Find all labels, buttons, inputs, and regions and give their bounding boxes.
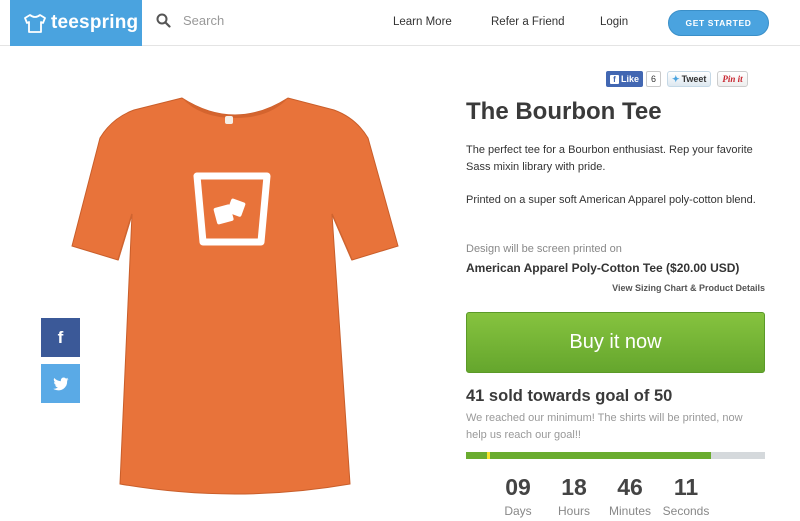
countdown-value: 11 <box>673 474 699 500</box>
twitter-bird-icon: ✦ <box>672 73 680 84</box>
countdown-value: 09 <box>505 474 531 500</box>
search-input[interactable]: Search <box>183 13 224 28</box>
twitter-share-button[interactable] <box>41 364 80 403</box>
twitter-icon <box>52 377 68 390</box>
product-shirt-image <box>71 97 399 495</box>
sizing-chart-link[interactable]: View Sizing Chart & Product Details <box>466 283 765 293</box>
print-note: Design will be screen printed on <box>466 243 622 255</box>
countdown-hours: 18 Hours <box>544 470 604 518</box>
facebook-icon: f <box>610 74 619 84</box>
product-line: American Apparel Poly-Cotton Tee ($20.00… <box>466 261 740 275</box>
countdown-label: Seconds <box>662 504 710 518</box>
search-box[interactable]: Search <box>156 13 224 28</box>
countdown-timer: 09 Days 18 Hours 46 Minutes 11 Seconds <box>488 470 716 518</box>
countdown-label: Days <box>504 504 532 518</box>
sales-progress-fill <box>466 452 712 459</box>
goal-note: We reached our minimum! The shirts will … <box>466 412 743 441</box>
minimum-goal-marker <box>486 452 490 459</box>
site-header: teespring Search Learn More Refer a Frie… <box>0 0 800 46</box>
countdown-value: 46 <box>617 474 643 500</box>
nav-refer-a-friend[interactable]: Refer a Friend <box>491 16 565 28</box>
countdown-minutes: 46 Minutes <box>600 470 660 518</box>
tweet-label: Tweet <box>681 74 707 84</box>
facebook-share-button[interactable]: f <box>41 318 80 357</box>
countdown-days: 09 Days <box>488 470 548 518</box>
product-description: The perfect tee for a Bourbon enthusiast… <box>466 144 753 173</box>
product-fabric-note: Printed on a super soft American Apparel… <box>466 194 756 206</box>
facebook-like[interactable]: f Like 6 <box>606 71 662 87</box>
countdown-label: Minutes <box>608 504 652 518</box>
product-title: The Bourbon Tee <box>466 98 662 125</box>
sales-goal-heading: 41 sold towards goal of 50 <box>466 387 673 405</box>
facebook-like-button[interactable]: f Like <box>606 71 644 87</box>
sales-progress-bar <box>466 452 765 459</box>
countdown-label: Hours <box>557 504 590 518</box>
search-icon <box>156 13 171 28</box>
get-started-button[interactable]: GET STARTED <box>668 10 769 36</box>
facebook-like-label: Like <box>621 74 640 84</box>
facebook-icon: f <box>57 327 64 347</box>
tshirt-logo-icon <box>24 14 46 33</box>
countdown-value: 18 <box>561 474 587 500</box>
countdown-seconds: 11 Seconds <box>656 470 716 518</box>
logo-text: teespring <box>51 12 139 33</box>
tweet-button[interactable]: ✦ Tweet <box>667 71 712 87</box>
share-bar: f Like 6 ✦ Tweet Pin it <box>606 71 748 87</box>
buy-it-now-button[interactable]: Buy it now <box>466 312 765 373</box>
nav-learn-more[interactable]: Learn More <box>393 16 452 28</box>
teespring-logo[interactable]: teespring <box>10 0 142 46</box>
nav-login[interactable]: Login <box>600 16 628 28</box>
facebook-like-count: 6 <box>646 71 662 87</box>
pin-it-button[interactable]: Pin it <box>717 71 748 87</box>
